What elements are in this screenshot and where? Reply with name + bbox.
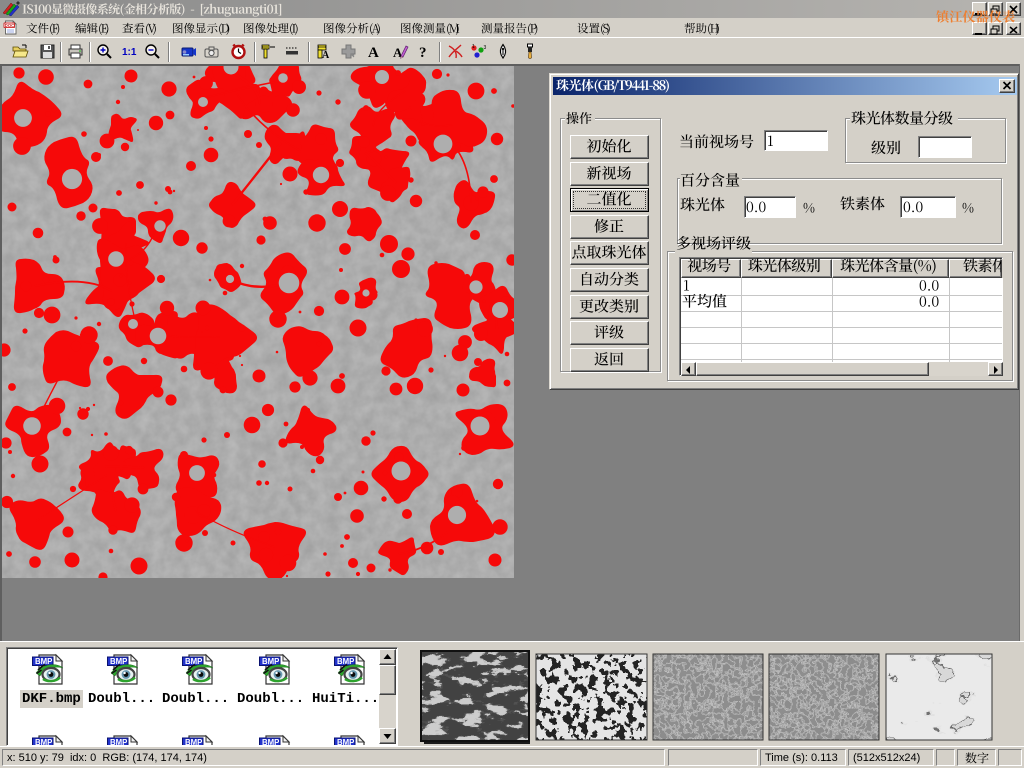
svg-text:A: A	[368, 45, 379, 60]
svg-text:DOC: DOC	[5, 23, 14, 28]
svg-text:1:1: 1:1	[122, 47, 137, 58]
svg-text:3: 3	[484, 45, 487, 51]
svg-text:1: 1	[472, 44, 475, 50]
svg-text:?: ?	[419, 45, 427, 60]
svg-text:A: A	[322, 50, 330, 60]
